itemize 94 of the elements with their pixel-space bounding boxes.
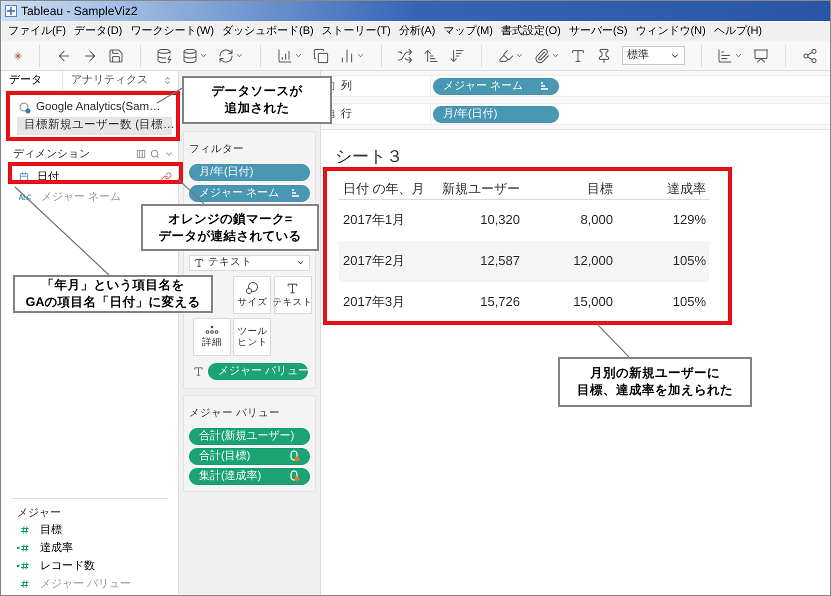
callout-text: データが連結されている [158, 228, 302, 244]
menu-item[interactable]: ファイル(F) [5, 22, 70, 40]
column-header: 目標 [586, 180, 614, 198]
callout-text: 追加された [224, 100, 290, 117]
caret-icon[interactable] [515, 51, 524, 60]
data-source-item[interactable]: Google Analytics(Sam… [17, 99, 172, 117]
card-title: メジャー バリュー [189, 406, 281, 421]
calendar-icon [19, 172, 29, 182]
caret-icon[interactable] [235, 51, 244, 60]
caret-icon[interactable] [294, 51, 303, 60]
field-item[interactable]: 目標 [11, 521, 168, 539]
callout-text: オレンジの鎖マーク= [168, 210, 292, 228]
caret-icon[interactable] [356, 51, 365, 60]
size-icon [245, 281, 260, 296]
leader-line [596, 324, 630, 358]
text-icon [194, 258, 204, 268]
text-icon [286, 282, 300, 295]
field-item[interactable]: 達成率 [11, 539, 168, 557]
callout-text: GAの項目名「日付」に変える [26, 294, 200, 311]
table-cell-text: 15,000 [572, 293, 614, 312]
highlight-icon[interactable] [498, 48, 514, 64]
table-cell-text: 10,320 [479, 211, 521, 230]
callout-text: 目標、達成率を加えられた [577, 382, 733, 399]
callout-text: データソースが [212, 83, 302, 100]
app-logo-icon [5, 5, 17, 17]
save-icon[interactable] [108, 48, 124, 64]
duplicate-icon[interactable] [312, 48, 329, 64]
caret-icon[interactable] [734, 51, 744, 60]
marks-button[interactable]: ツールヒント [233, 318, 272, 356]
menu-item[interactable]: ダッシュボード(B) [219, 22, 317, 40]
marks-button[interactable]: テキスト [274, 276, 312, 314]
data-source-item[interactable]: 目標新規ユーザー数 (目標… [17, 117, 172, 135]
field-item[interactable]: レコード数 [11, 557, 168, 575]
menu-item[interactable]: データ(D) [71, 22, 126, 40]
caret-icon[interactable] [199, 51, 208, 60]
column-header: 達成率 [666, 180, 707, 198]
menu-item[interactable]: 分析(A) [396, 22, 438, 40]
string-type-icon [19, 194, 33, 200]
database-icon[interactable] [182, 48, 198, 64]
table-cell-text: 12,000 [572, 252, 614, 270]
marks-button[interactable]: 詳細 [193, 318, 231, 356]
sheet-title: シート３ [334, 146, 404, 168]
caret-icon[interactable] [551, 51, 560, 60]
shelf-label: 行 [341, 106, 352, 122]
menu-item[interactable]: ウィンドウ(N) [632, 22, 709, 40]
new-data-source-icon[interactable] [156, 48, 172, 64]
column-header: 日付 の年、月 [342, 180, 426, 198]
linked-data-icon [290, 450, 300, 462]
table-cell-text: 2017年2月 [342, 252, 406, 270]
new-worksheet-icon[interactable] [276, 48, 293, 64]
collapse-icon[interactable] [163, 76, 172, 85]
refresh-icon[interactable] [218, 48, 234, 64]
search-icon[interactable] [150, 149, 160, 159]
share-icon[interactable] [802, 48, 818, 64]
section-title: メジャー [16, 506, 62, 521]
menu-item[interactable]: ストーリー(T) [318, 22, 394, 40]
table-cell-text: 2017年3月 [342, 293, 406, 312]
column-header: 新規ユーザー [441, 180, 521, 198]
mark-type-dropdown[interactable]: テキスト [189, 254, 310, 271]
table-cell-text: 12,587 [479, 252, 521, 270]
window-title: Tableau - SampleViz2 [21, 3, 138, 20]
fit-dropdown[interactable]: 標準 [622, 46, 685, 65]
table-cell-text: 15,726 [479, 293, 521, 312]
table-cell-text: 2017年1月 [342, 211, 406, 230]
menu-item[interactable]: ヘルプ(H) [710, 22, 766, 40]
menu-item[interactable]: マップ(M) [440, 22, 496, 40]
marks-button[interactable]: サイズ [233, 276, 272, 314]
sort-icon [540, 82, 549, 90]
data-source-icon [19, 102, 31, 114]
shelf-label: 列 [341, 78, 352, 94]
card-title: フィルター [189, 142, 245, 157]
sort-icon [291, 189, 300, 198]
pane-tab[interactable]: データ [1, 71, 63, 90]
table-cell-text: 8,000 [579, 211, 614, 230]
menu-item[interactable]: 書式設定(O) [498, 22, 564, 40]
callout-text: 月別の新規ユーザーに [590, 365, 720, 382]
paperclip-icon[interactable] [534, 48, 550, 64]
menu-item[interactable]: サーバー(S) [566, 22, 630, 40]
table-cell-text: 129% [672, 211, 707, 230]
section-title: ディメンション [13, 146, 90, 162]
detail-icon [205, 325, 219, 336]
sort-ascending-icon[interactable] [423, 48, 440, 64]
labels-icon[interactable] [570, 48, 586, 64]
swap-icon[interactable] [397, 48, 414, 64]
show-me-icon[interactable] [717, 48, 734, 64]
sort-descending-icon[interactable] [449, 48, 466, 64]
callout-text: 「年月」という項目名を [42, 277, 184, 294]
presentation-icon[interactable] [753, 48, 770, 64]
menu-item[interactable]: ワークシート(W) [127, 22, 218, 40]
pane-tab[interactable]: アナリティクス [63, 71, 163, 90]
text-icon [193, 366, 204, 377]
table-cell-text: 105% [672, 252, 707, 270]
table-cell-text: 105% [672, 293, 707, 312]
linked-data-icon [290, 470, 300, 482]
